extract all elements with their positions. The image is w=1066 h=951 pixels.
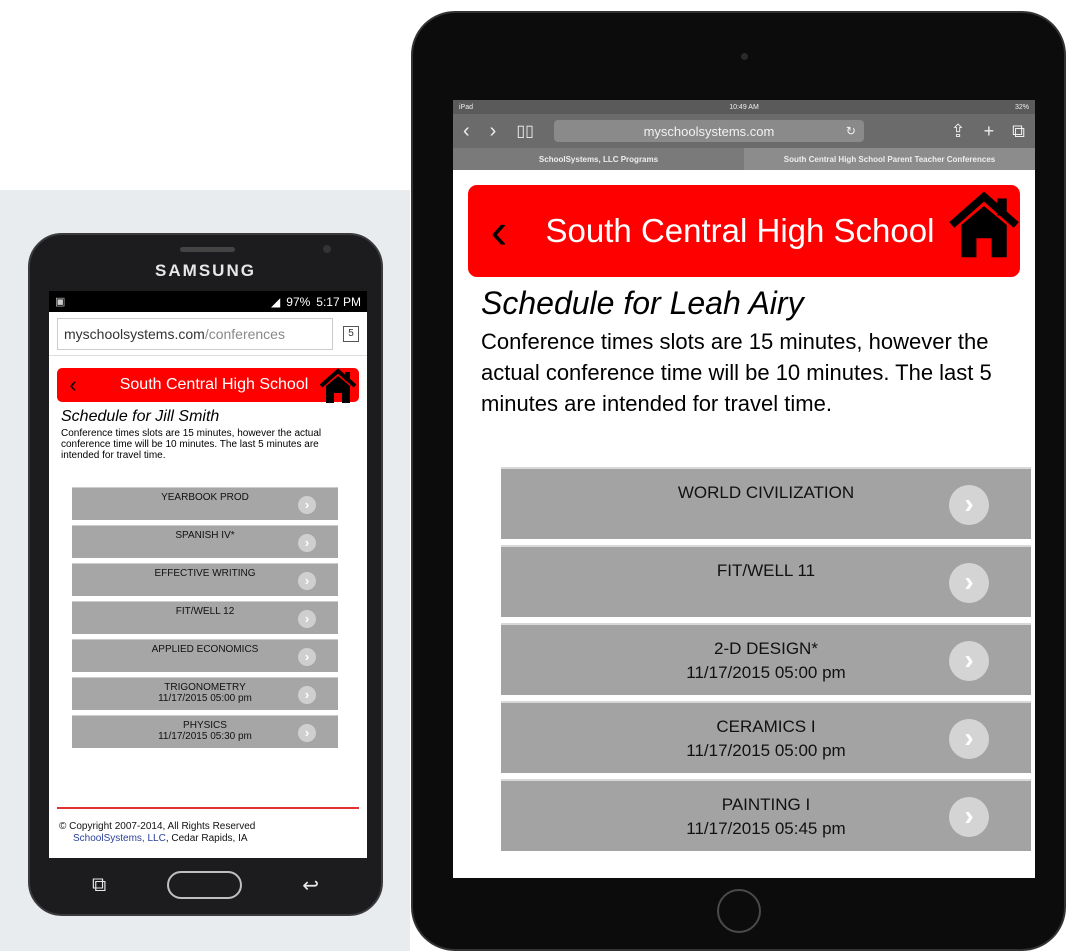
- forward-icon[interactable]: ›: [490, 120, 497, 143]
- tablet-schedule-title: Schedule for Leah Airy: [481, 285, 804, 321]
- course-item[interactable]: PHYSICS 11/17/2015 05:30 pm ›: [72, 715, 338, 749]
- phone-status-bar: ▣ ◢ 97% 5:17 PM: [49, 291, 367, 312]
- course-item[interactable]: CERAMICS I 11/17/2015 05:00 pm ›: [501, 701, 1031, 773]
- tablet-url-field[interactable]: myschoolsystems.com ↻: [553, 120, 864, 142]
- course-item[interactable]: WORLD CIVILIZATION ›: [501, 467, 1031, 539]
- tablet-camera: [741, 53, 748, 60]
- course-item[interactable]: FIT/WELL 11 ›: [501, 545, 1031, 617]
- home-icon[interactable]: [948, 189, 1020, 266]
- chevron-right-icon: ›: [949, 797, 989, 837]
- url-host: myschoolsystems.com: [64, 325, 205, 342]
- url-path: /conferences: [204, 325, 285, 342]
- phone-speaker: [180, 247, 235, 252]
- course-item[interactable]: EFFECTIVE WRITING ›: [72, 563, 338, 597]
- plus-icon[interactable]: +: [984, 121, 995, 142]
- course-item[interactable]: APPLIED ECONOMICS ›: [72, 639, 338, 673]
- tab-conferences[interactable]: South Central High School Parent Teacher…: [744, 148, 1035, 170]
- course-item[interactable]: SPANISH IV* ›: [72, 525, 338, 559]
- course-item[interactable]: PAINTING I 11/17/2015 05:45 pm ›: [501, 779, 1031, 851]
- course-item[interactable]: YEARBOOK PROD ›: [72, 487, 338, 521]
- tablet-status-bar: iPad 10:49 AM 32%: [453, 100, 1035, 114]
- tablet-course-list: WORLD CIVILIZATION › FIT/WELL 11 › 2-D D…: [501, 467, 1031, 851]
- battery-level: 97%: [286, 294, 311, 309]
- chevron-right-icon: ›: [298, 572, 316, 590]
- course-item[interactable]: FIT/WELL 12 ›: [72, 601, 338, 635]
- chevron-right-icon: ›: [298, 724, 316, 742]
- chevron-right-icon: ›: [949, 485, 989, 525]
- reload-icon[interactable]: ↻: [846, 124, 856, 138]
- tablet-screen: iPad 10:49 AM 32% ‹ › ▯▯ myschoolsystems…: [453, 100, 1035, 878]
- chevron-right-icon: ›: [298, 534, 316, 552]
- footer-divider: [57, 807, 359, 809]
- back-arrow-icon[interactable]: ↩: [302, 873, 319, 898]
- tablet-school-header: ‹ South Central High School: [468, 185, 1020, 277]
- tabs-icon[interactable]: ⧉: [1012, 121, 1025, 142]
- ipad-tablet: iPad 10:49 AM 32% ‹ › ▯▯ myschoolsystems…: [411, 11, 1066, 951]
- chevron-right-icon: ›: [298, 610, 316, 628]
- safari-toolbar: ‹ › ▯▯ myschoolsystems.com ↻ ⇪ + ⧉: [453, 114, 1035, 148]
- phone-footer: © Copyright 2007-2014, All Rights Reserv…: [59, 821, 255, 845]
- back-icon[interactable]: ‹: [463, 120, 470, 143]
- back-chevron-icon[interactable]: ‹: [57, 372, 89, 398]
- phone-url-field[interactable]: myschoolsystems.com/conferences: [57, 317, 333, 350]
- phone-camera: [323, 245, 331, 253]
- tabs-icon[interactable]: 5: [343, 325, 359, 342]
- share-icon[interactable]: ⇪: [951, 121, 966, 142]
- phone-conference-note: Conference times slots are 15 minutes, h…: [61, 428, 322, 461]
- phone-screen: ▣ ◢ 97% 5:17 PM myschoolsystems.com/conf…: [49, 291, 367, 858]
- chevron-right-icon: ›: [949, 563, 989, 603]
- tablet-conference-note: Conference times slots are 15 minutes, h…: [481, 329, 992, 416]
- chevron-right-icon: ›: [949, 719, 989, 759]
- bookmarks-icon[interactable]: ▯▯: [516, 121, 534, 141]
- phone-brand: SAMSUNG: [155, 261, 256, 280]
- tablet-tab-bar: SchoolSystems, LLC Programs South Centra…: [453, 148, 1035, 170]
- phone-nav-bar: ⧉ ↩: [30, 865, 381, 905]
- android-phone: SAMSUNG ▣ ◢ 97% 5:17 PM myschoolsystems.…: [28, 233, 383, 916]
- tablet-url-text: myschoolsystems.com: [643, 123, 775, 139]
- phone-school-header: ‹ South Central High School: [57, 368, 359, 403]
- copyright-text: © Copyright 2007-2014, All Rights Reserv…: [59, 821, 256, 832]
- company-link[interactable]: SchoolSystems, LLC: [73, 833, 166, 844]
- course-item[interactable]: TRIGONOMETRY 11/17/2015 05:00 pm ›: [72, 677, 338, 711]
- back-chevron-icon[interactable]: ‹: [468, 202, 530, 260]
- phone-schedule-title: Schedule for Jill Smith: [61, 408, 220, 425]
- tablet-home-button[interactable]: [717, 889, 761, 933]
- chevron-right-icon: ›: [298, 648, 316, 666]
- signal-icon: ◢: [271, 294, 281, 309]
- course-item[interactable]: 2-D DESIGN* 11/17/2015 05:00 pm ›: [501, 623, 1031, 695]
- phone-browser-bar: myschoolsystems.com/conferences 5: [49, 312, 367, 356]
- status-time: 5:17 PM: [316, 294, 361, 309]
- phone-course-list: YEARBOOK PROD › SPANISH IV* › EFFECTIVE …: [72, 487, 338, 749]
- tablet-school-title: South Central High School: [545, 212, 935, 249]
- phone-home-button[interactable]: [166, 871, 242, 899]
- tab-programs[interactable]: SchoolSystems, LLC Programs: [453, 148, 744, 170]
- recent-apps-icon[interactable]: ⧉: [92, 874, 106, 897]
- chevron-right-icon: ›: [949, 641, 989, 681]
- chevron-right-icon: ›: [298, 496, 316, 514]
- tablet-battery: 32%: [1014, 103, 1029, 111]
- home-icon[interactable]: [319, 368, 357, 409]
- image-icon: ▣: [55, 296, 66, 308]
- tablet-time: 10:49 AM: [729, 103, 759, 111]
- company-location: , Cedar Rapids, IA: [165, 833, 248, 844]
- chevron-right-icon: ›: [298, 686, 316, 704]
- device-label: iPad: [459, 103, 474, 111]
